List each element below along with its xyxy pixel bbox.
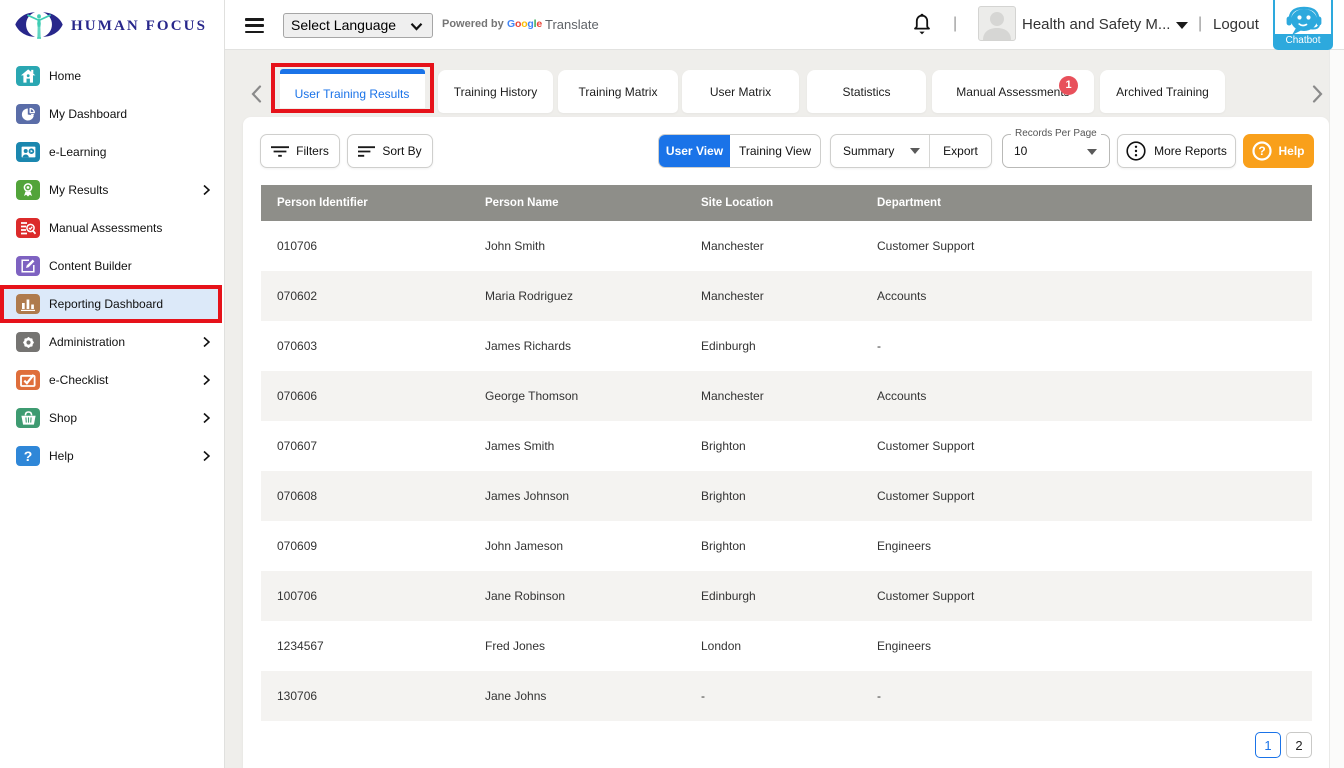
svg-text:?: ?	[1259, 144, 1266, 158]
